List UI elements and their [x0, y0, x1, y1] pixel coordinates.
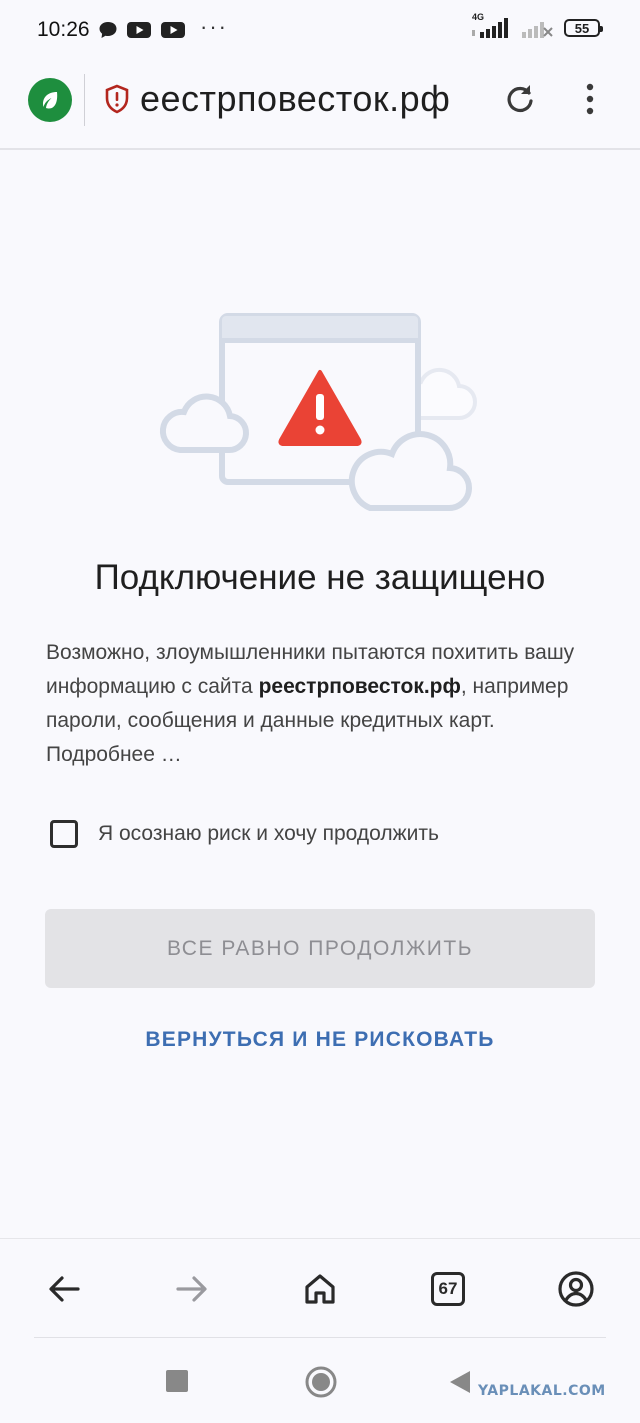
chat-bubble-icon — [99, 22, 117, 38]
address-divider — [84, 74, 85, 126]
watermark: YAPLAKAL.COM — [478, 1383, 606, 1399]
forward-button[interactable] — [172, 1269, 212, 1309]
account-icon — [558, 1271, 594, 1307]
status-bar: 10:26 ··· 4G 55 — [0, 0, 640, 60]
status-time: 10:26 — [37, 18, 90, 41]
profile-button[interactable] — [556, 1269, 596, 1309]
tabs-button[interactable]: 67 — [428, 1269, 468, 1309]
more-notifications-indicator: ··· — [200, 14, 228, 39]
risk-acknowledge-label[interactable]: Я осознаю риск и хочу продолжить — [98, 822, 439, 846]
back-button[interactable] — [44, 1269, 84, 1309]
leaf-icon[interactable] — [28, 78, 72, 122]
overflow-menu-icon[interactable] — [580, 82, 600, 116]
system-indicators: 4G 55 — [470, 12, 603, 40]
back-nav-icon[interactable] — [448, 1369, 472, 1395]
home-nav-icon[interactable] — [304, 1365, 338, 1399]
warning-illustration — [159, 313, 477, 512]
signal-4g-icon: 4G — [470, 12, 510, 40]
tabs-count-badge: 67 — [431, 1272, 465, 1306]
address-bar: еестрповесток.рф — [0, 60, 640, 150]
proceed-anyway-button[interactable]: ВСЕ РАВНО ПРОДОЛЖИТЬ — [45, 909, 595, 988]
url-field[interactable]: еестрповесток.рф — [140, 78, 484, 120]
shield-warning-icon[interactable] — [104, 84, 130, 114]
warning-description: Возможно, злоумышленники пытаются похити… — [46, 636, 606, 772]
signal-no-service-icon — [522, 22, 553, 38]
back-to-safety-link[interactable]: ВЕРНУТЬСЯ И НЕ РИСКОВАТЬ — [0, 1028, 640, 1052]
risk-acknowledge-checkbox[interactable] — [50, 820, 78, 848]
arrow-right-icon — [176, 1276, 207, 1302]
arrow-left-icon — [49, 1276, 80, 1302]
home-icon — [305, 1274, 335, 1304]
reload-icon[interactable] — [503, 82, 537, 116]
page-title: Подключение не защищено — [94, 558, 546, 597]
battery-icon: 55 — [564, 19, 603, 37]
site-domain: реестрповесток.рф — [258, 675, 461, 698]
youtube-icon — [127, 22, 151, 38]
notification-icons — [98, 20, 186, 40]
recents-icon[interactable] — [165, 1369, 189, 1393]
risk-acknowledge-row[interactable]: Я осознаю риск и хочу продолжить — [50, 820, 439, 848]
home-button[interactable] — [300, 1269, 340, 1309]
youtube-icon — [161, 22, 185, 38]
browser-toolbar: 67 — [0, 1238, 640, 1339]
toolbar-divider — [34, 1337, 606, 1338]
